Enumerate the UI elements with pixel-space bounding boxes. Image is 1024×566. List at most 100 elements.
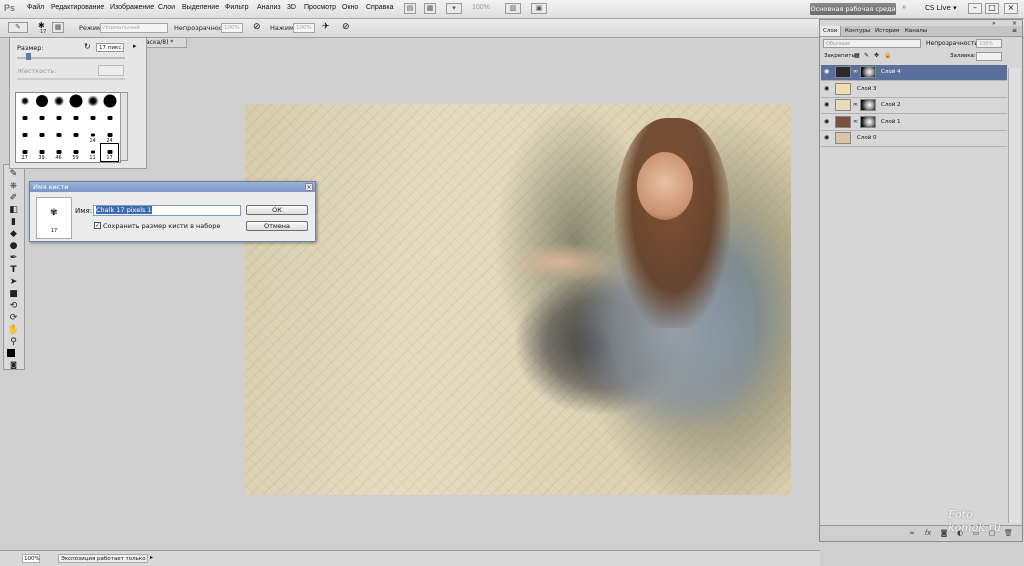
tab-paths[interactable]: Контуры xyxy=(842,26,873,36)
tab-channels[interactable]: Каналы xyxy=(902,26,930,36)
shape-tool-icon[interactable]: ■ xyxy=(7,289,20,300)
layer-mask-thumbnail[interactable] xyxy=(860,99,876,112)
menu-help[interactable]: Справка xyxy=(366,4,393,11)
brush-preset[interactable]: 46 xyxy=(50,144,67,161)
visibility-eye-icon[interactable]: ◉ xyxy=(824,135,831,141)
path-select-icon[interactable]: ➤ xyxy=(7,277,20,288)
layer-thumbnail[interactable] xyxy=(835,99,851,112)
tab-history[interactable]: История xyxy=(872,26,902,36)
toggle-brush-panel-icon[interactable]: ▦ xyxy=(52,22,64,33)
tablet-opacity-icon[interactable]: ⊘ xyxy=(253,22,261,32)
mask-link-icon[interactable]: ∞ xyxy=(853,68,858,75)
layer-row[interactable]: ◉ ∞ Слой 1 xyxy=(821,114,1007,131)
menu-3d[interactable]: 3D xyxy=(287,4,296,11)
visibility-eye-icon[interactable]: ◉ xyxy=(824,102,831,108)
brush-tool-icon[interactable]: ✎ xyxy=(7,169,20,180)
size-input[interactable]: 17 пикс. xyxy=(96,43,124,52)
mask-link-icon[interactable]: ∞ xyxy=(853,118,858,125)
menu-image[interactable]: Изображение xyxy=(110,4,154,11)
brush-preset[interactable]: 24 xyxy=(101,127,118,144)
brush-preset[interactable] xyxy=(50,93,67,110)
brush-preset[interactable] xyxy=(101,110,118,127)
menu-filter[interactable]: Фильтр xyxy=(225,4,249,11)
add-mask-icon[interactable]: ◙ xyxy=(940,529,948,537)
brush-preset[interactable] xyxy=(84,93,101,110)
mini-bridge-icon[interactable]: ▦ xyxy=(424,3,436,14)
panel-menu-icon[interactable]: ▸ xyxy=(133,42,137,50)
hardness-slider[interactable] xyxy=(17,78,125,80)
pressure-input[interactable]: 100% xyxy=(293,23,315,33)
size-slider-thumb[interactable] xyxy=(26,53,31,60)
layer-opacity-input[interactable]: 100% xyxy=(976,39,1002,48)
size-slider[interactable] xyxy=(17,57,125,59)
brush-preset[interactable] xyxy=(67,110,84,127)
airbrush-icon[interactable]: ✈ xyxy=(322,22,330,32)
maximize-icon[interactable]: □ xyxy=(985,3,999,14)
hand-icon[interactable]: ✋ xyxy=(7,325,20,336)
panel-menu-icon[interactable]: ≡ xyxy=(1012,27,1017,34)
menu-select[interactable]: Выделение xyxy=(182,4,219,11)
status-menu-icon[interactable]: ▸ xyxy=(150,554,153,561)
document-tab[interactable]: аска/8) * xyxy=(145,38,187,48)
visibility-eye-icon[interactable]: ◉ xyxy=(824,69,831,75)
layer-mask-thumbnail[interactable] xyxy=(860,66,876,78)
blend-mode-select[interactable]: Обычные xyxy=(823,39,921,48)
brush-preset[interactable] xyxy=(67,127,84,144)
tab-layers[interactable]: Слои xyxy=(820,26,842,36)
zoom-level[interactable]: 100% xyxy=(472,4,490,11)
3d-rotate-icon[interactable]: ⟲ xyxy=(7,301,20,312)
menu-layers[interactable]: Слои xyxy=(158,4,175,11)
brush-tool-preset-icon[interactable]: ✎ xyxy=(8,22,28,33)
lock-image-icon[interactable]: ✎ xyxy=(864,52,869,59)
brush-preset[interactable] xyxy=(16,110,33,127)
brush-preset[interactable] xyxy=(50,110,67,127)
brush-preset[interactable]: 39 xyxy=(33,144,50,161)
screen-mode-icon[interactable]: ▣ xyxy=(531,3,547,14)
layer-thumbnail[interactable] xyxy=(835,132,851,145)
gradient-icon[interactable]: ▮ xyxy=(7,217,20,228)
brush-preset[interactable] xyxy=(33,127,50,144)
type-tool-icon[interactable]: T xyxy=(7,265,20,276)
eraser-icon[interactable]: ◧ xyxy=(7,205,20,216)
lock-transparency-icon[interactable]: ▦ xyxy=(854,52,860,59)
brush-preset[interactable] xyxy=(101,93,118,110)
history-brush-icon[interactable]: ✐ xyxy=(7,193,20,204)
layers-scrollbar[interactable] xyxy=(1008,68,1020,523)
quick-mask-icon[interactable]: ◙ xyxy=(7,360,20,371)
tablet-size-icon[interactable]: ⊘ xyxy=(342,22,350,32)
close-icon[interactable]: × xyxy=(1004,3,1018,14)
brush-name-input[interactable]: Chalk 17 pixels 1 xyxy=(93,205,241,216)
layer-row[interactable]: ◉ Слой 3 xyxy=(821,81,1007,98)
brush-preset[interactable] xyxy=(16,93,33,110)
brush-grid-scrollbar[interactable] xyxy=(120,92,128,161)
dialog-close-icon[interactable]: × xyxy=(305,183,313,191)
bridge-icon[interactable]: ▤ xyxy=(404,3,416,14)
workspace-button[interactable]: Основная рабочая среда xyxy=(810,3,896,15)
hardness-input[interactable] xyxy=(98,65,124,76)
brush-preset[interactable]: 11 xyxy=(84,144,101,161)
menu-analysis[interactable]: Анализ xyxy=(257,4,281,11)
clone-stamp-icon[interactable]: ⎈ xyxy=(7,181,20,192)
cs-live-menu[interactable]: CS Live ▾ xyxy=(925,4,957,12)
mode-select[interactable]: Нормальный xyxy=(100,23,168,33)
foreground-color-swatch[interactable] xyxy=(7,349,15,357)
3d-orbit-icon[interactable]: ⟳ xyxy=(7,313,20,324)
ok-button[interactable]: ОК xyxy=(246,205,308,215)
pen-icon[interactable]: ✒ xyxy=(7,253,20,264)
brush-preset[interactable]: 14 xyxy=(84,127,101,144)
zoom-input[interactable]: 100% xyxy=(22,554,40,563)
lock-position-icon[interactable]: ✥ xyxy=(874,52,879,59)
visibility-eye-icon[interactable]: ◉ xyxy=(824,118,831,125)
layer-thumbnail[interactable] xyxy=(835,115,851,128)
layer-row[interactable]: ◉ ∞ Слой 4 xyxy=(821,65,1007,81)
layer-row[interactable]: ◉ ∞ Слой 2 xyxy=(821,98,1007,115)
brush-preset[interactable]: 17 xyxy=(100,143,119,162)
menu-window[interactable]: Окно xyxy=(342,4,358,11)
menu-file[interactable]: Файл xyxy=(27,4,44,11)
brush-preset[interactable] xyxy=(33,93,50,110)
visibility-eye-icon[interactable]: ◉ xyxy=(824,85,831,92)
mask-link-icon[interactable]: ∞ xyxy=(853,101,858,108)
layer-thumbnail[interactable] xyxy=(835,66,851,78)
opacity-input[interactable]: 100% xyxy=(221,23,243,33)
layer-style-icon[interactable]: fx xyxy=(924,529,932,537)
